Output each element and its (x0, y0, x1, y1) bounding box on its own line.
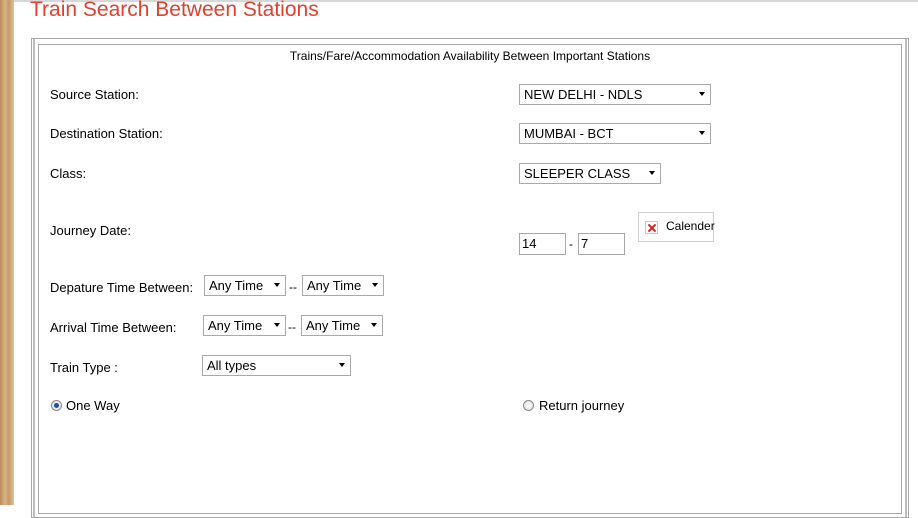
arrival-to-select[interactable]: Any Time (301, 315, 383, 336)
destination-station-label: Destination Station: (50, 126, 163, 141)
train-type-select[interactable]: All types (202, 355, 351, 376)
train-type-value: All types (207, 358, 257, 373)
departure-from-value: Any Time (209, 278, 264, 293)
calendar-button-label: Calender (666, 219, 715, 233)
journey-month-input[interactable]: 7 (578, 233, 625, 255)
calendar-button[interactable]: Calender (638, 212, 715, 242)
class-label: Class: (50, 166, 87, 181)
source-station-value: NEW DELHI - NDLS (524, 87, 643, 102)
source-station-select[interactable]: NEW DELHI - NDLS (519, 84, 711, 105)
date-separator: - (569, 237, 573, 251)
chevron-down-icon (699, 92, 705, 96)
departure-to-value: Any Time (307, 278, 362, 293)
chevron-down-icon (274, 283, 280, 287)
class-value: SLEEPER CLASS (524, 166, 631, 181)
chevron-down-icon (372, 283, 378, 287)
arrival-separator: -- (288, 320, 296, 334)
one-way-label: One Way (66, 398, 120, 413)
page-title: Train Search Between Stations (30, 0, 319, 21)
source-station-label: Source Station: (50, 87, 139, 102)
train-type-label: Train Type : (50, 360, 118, 375)
arrival-time-label: Arrival Time Between: (50, 320, 177, 335)
departure-to-select[interactable]: Any Time (302, 275, 384, 296)
decorative-side-strip (0, 0, 14, 505)
broken-image-x-icon (645, 221, 658, 234)
chevron-down-icon (699, 131, 705, 135)
departure-separator: -- (289, 280, 297, 294)
journey-date-label: Journey Date: (50, 223, 131, 238)
chevron-down-icon (274, 323, 280, 327)
destination-station-select[interactable]: MUMBAI - BCT (519, 123, 711, 144)
return-journey-radio[interactable] (523, 400, 534, 411)
destination-station-value: MUMBAI - BCT (524, 126, 614, 141)
chevron-down-icon (371, 323, 377, 327)
form-subtitle: Trains/Fare/Accommodation Availability B… (289, 49, 651, 63)
departure-from-select[interactable]: Any Time (204, 275, 286, 296)
chevron-down-icon (339, 363, 345, 367)
arrival-to-value: Any Time (306, 318, 361, 333)
form-frame-inner (38, 44, 902, 514)
return-journey-label: Return journey (539, 398, 625, 413)
arrival-from-value: Any Time (208, 318, 263, 333)
class-select[interactable]: SLEEPER CLASS (519, 163, 661, 184)
arrival-from-select[interactable]: Any Time (203, 315, 286, 336)
chevron-down-icon (649, 171, 655, 175)
journey-day-input[interactable]: 14 (519, 233, 566, 255)
one-way-radio[interactable] (51, 400, 62, 411)
departure-time-label: Depature Time Between: (50, 280, 194, 295)
